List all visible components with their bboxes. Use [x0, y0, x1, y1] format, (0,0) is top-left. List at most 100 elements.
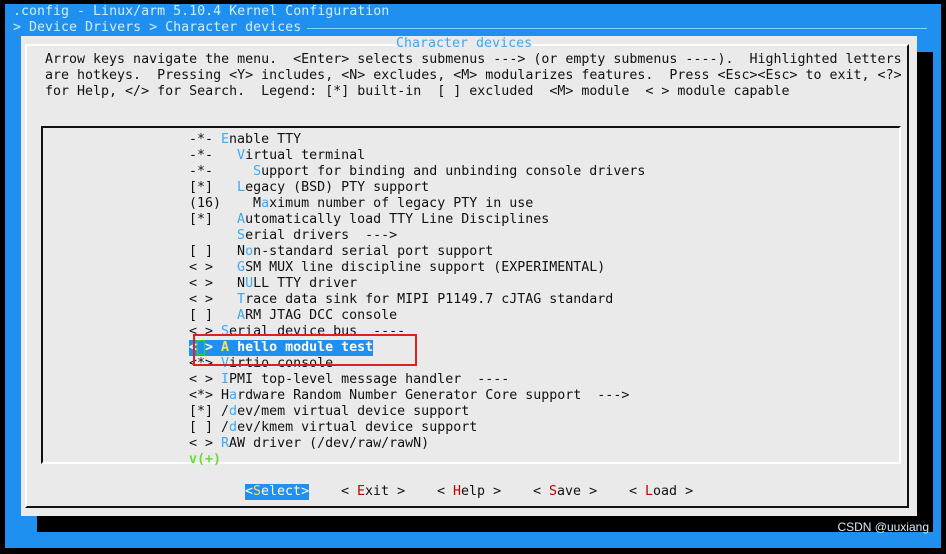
item-label: n-standard serial port support: [253, 244, 494, 259]
item-hotkey: T: [237, 292, 246, 307]
item-state: [*]: [189, 180, 222, 195]
item-label: nable TTY: [229, 132, 302, 147]
button-exit[interactable]: < Exit >: [341, 484, 405, 500]
menu-item[interactable]: < > RAW driver (/dev/raw/rawN): [189, 436, 429, 452]
button-bracket: <: [341, 484, 358, 499]
item-state: < >: [189, 276, 222, 291]
item-state: [*]: [189, 404, 222, 419]
menu-item[interactable]: [ ] ARM JTAG DCC console: [189, 308, 397, 324]
button-bracket: <: [437, 484, 454, 499]
item-label: AW driver (/dev/raw/rawN): [229, 436, 430, 451]
button-label: elect: [261, 484, 302, 499]
item-hotkey: R: [221, 436, 230, 451]
item-state: < >: [189, 436, 222, 451]
item-label-pre: /: [221, 420, 230, 435]
button-save[interactable]: < Save >: [533, 484, 597, 500]
item-label-pre: [221, 292, 237, 307]
item-state: [189, 228, 221, 243]
item-label: ev/mem virtual device support: [237, 404, 470, 419]
button-bracket: >: [389, 484, 406, 499]
dialog-title: Character devices: [396, 36, 533, 52]
item-hotkey: A: [237, 308, 246, 323]
item-label: race data sink for MIPI P1149.7 cJTAG st…: [245, 292, 614, 307]
item-state: [ ]: [189, 420, 222, 435]
item-label-pre: [221, 228, 237, 243]
item-label-pre: [221, 308, 237, 323]
item-state: [ ]: [189, 308, 222, 323]
item-label-pre: N: [221, 276, 246, 291]
menu-item[interactable]: -*- Virtual terminal: [189, 148, 365, 164]
breadcrumb: > Device Drivers > Character devices: [13, 20, 302, 35]
menu-item[interactable]: [ ] Non-standard serial port support: [189, 244, 493, 260]
item-label-pre: [221, 148, 237, 163]
dialog-shadow-bottom: [37, 516, 933, 532]
item-label: SM MUX line discipline support (EXPERIME…: [245, 260, 606, 275]
item-hotkey: o: [245, 244, 254, 259]
menu-item[interactable]: [*] /dev/mem virtual device support: [189, 404, 469, 420]
scroll-more-indicator[interactable]: v(+): [189, 452, 221, 468]
item-label-pre: [221, 180, 237, 195]
button-hotkey: L: [645, 484, 654, 499]
breadcrumb-divider: [307, 28, 927, 29]
button-bracket: <: [629, 484, 646, 499]
item-label-pre: /: [221, 404, 230, 419]
menu-item[interactable]: [*] Automatically load TTY Line Discipli…: [189, 212, 549, 228]
menu-item[interactable]: (16) Maximum number of legacy PTY in use: [189, 196, 533, 212]
item-label: LL TTY driver: [253, 276, 358, 291]
item-state: -*-: [189, 164, 222, 179]
menu-item[interactable]: < > GSM MUX line discipline support (EXP…: [189, 260, 605, 276]
item-hotkey: S: [253, 164, 262, 179]
menu-item[interactable]: -*- Support for binding and unbinding co…: [189, 164, 645, 180]
item-hotkey: E: [221, 132, 230, 147]
dialog-shadow: [917, 52, 933, 532]
item-label: ev/kmem virtual device support: [237, 420, 478, 435]
button-help[interactable]: < Help >: [437, 484, 501, 500]
button-label: ave: [557, 484, 582, 499]
menu-item[interactable]: [ ] /dev/kmem virtual device support: [189, 420, 477, 436]
item-state: (16): [189, 196, 222, 211]
button-select[interactable]: <Select>: [245, 484, 310, 500]
button-bracket: <: [533, 484, 550, 499]
menu-item[interactable]: < > Trace data sink for MIPI P1149.7 cJT…: [189, 292, 613, 308]
menu-item[interactable]: < > NULL TTY driver: [189, 276, 357, 292]
item-hotkey: V: [237, 148, 246, 163]
item-label: egacy (BSD) PTY support: [245, 180, 430, 195]
menu-item[interactable]: < > IPMI top-level message handler ----: [189, 372, 509, 388]
button-hotkey: S: [253, 484, 262, 499]
button-hotkey: S: [549, 484, 558, 499]
button-bracket: >: [581, 484, 598, 499]
menu-item[interactable]: -*- Enable TTY: [189, 132, 301, 148]
menu-item[interactable]: <*> Hardware Random Number Generator Cor…: [189, 388, 629, 404]
item-hotkey: L: [237, 180, 246, 195]
item-label: RM JTAG DCC console: [245, 308, 398, 323]
item-label-pre: H: [221, 388, 230, 403]
menu-item[interactable]: Serial drivers --->: [189, 228, 397, 244]
menu-dialog: Character devices Arrow keys navigate th…: [21, 36, 917, 516]
help-line-2: are hotkeys. Pressing <Y> includes, <N> …: [45, 68, 902, 83]
annotation-highlight-box: [193, 334, 417, 366]
button-bracket: <: [245, 484, 254, 499]
item-hotkey: a: [229, 388, 238, 403]
window-title: .config - Linux/arm 5.10.4 Kernel Config…: [13, 4, 390, 19]
button-hotkey: H: [453, 484, 462, 499]
item-label: irtual terminal: [245, 148, 366, 163]
item-label: ximum number of legacy PTY in use: [269, 196, 534, 211]
item-label: upport for binding and unbinding console…: [261, 164, 646, 179]
button-bracket: >: [301, 484, 310, 499]
item-state: <*>: [189, 388, 222, 403]
item-label: utomatically load TTY Line Disciplines: [245, 212, 550, 227]
help-line-1: Arrow keys navigate the menu. <Enter> se…: [45, 52, 902, 67]
watermark: CSDN @uuxiang: [837, 520, 929, 534]
button-label: oad: [653, 484, 678, 499]
button-bracket: >: [485, 484, 502, 499]
button-bracket: >: [677, 484, 694, 499]
item-state: < >: [189, 260, 222, 275]
item-hotkey: I: [221, 372, 230, 387]
item-hotkey: S: [237, 228, 246, 243]
item-hotkey: d: [229, 420, 238, 435]
item-state: [ ]: [189, 244, 222, 259]
menu-item[interactable]: [*] Legacy (BSD) PTY support: [189, 180, 429, 196]
button-load[interactable]: < Load >: [629, 484, 693, 500]
item-state: -*-: [189, 148, 222, 163]
item-label: PMI top-level message handler ----: [229, 372, 510, 387]
